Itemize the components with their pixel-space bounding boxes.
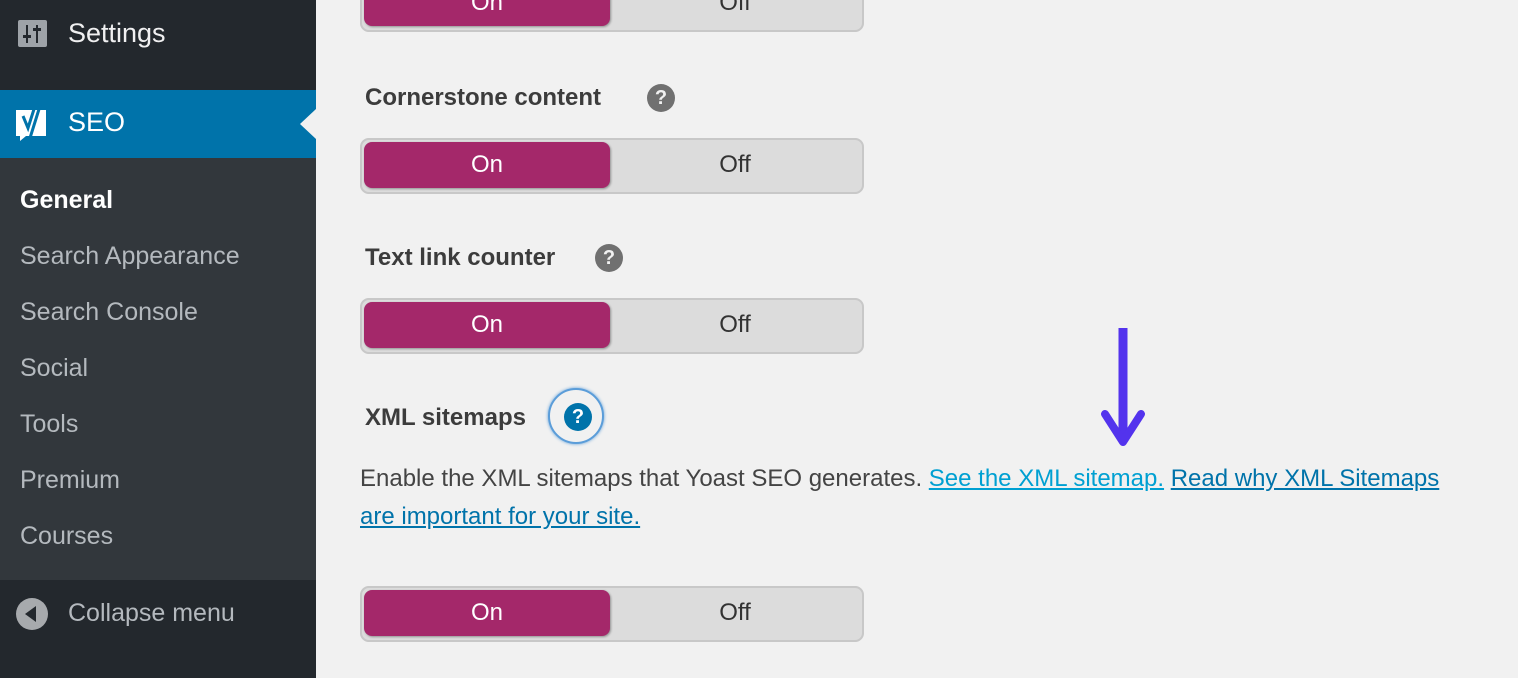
see-xml-sitemap-link[interactable]: See the XML sitemap. [929,465,1164,492]
submenu-item-courses[interactable]: Courses [20,522,113,551]
description-text: Enable the XML sitemaps that Yoast SEO g… [360,465,923,492]
annotation-arrow-down-icon [1101,328,1145,446]
sidebar-item-label: Settings [68,18,166,48]
toggle-cornerstone-content[interactable]: On Off [360,138,864,194]
help-icon[interactable]: ? [595,244,623,272]
submenu-item-search-console[interactable]: Search Console [20,298,198,327]
section-title-text-link-counter: Text link counter [365,244,556,271]
submenu-item-premium[interactable]: Premium [20,466,120,495]
toggle-off-option[interactable]: Off [610,0,860,26]
collapse-arrow-icon[interactable] [16,598,48,630]
submenu-item-social[interactable]: Social [20,354,88,383]
yoast-logo-icon [14,102,50,146]
sidebar-item-settings[interactable]: Settings [0,0,316,70]
toggle-on-option[interactable]: On [364,142,610,188]
section-title-cornerstone-content: Cornerstone content [365,84,602,111]
seo-submenu: General Search Appearance Search Console… [0,158,316,580]
sidebar-item-seo[interactable]: SEO [0,90,316,158]
collapse-menu-label[interactable]: Collapse menu [68,599,235,628]
help-icon[interactable]: ? [564,403,592,431]
current-menu-pointer [300,109,316,139]
settings-sliders-icon [18,20,47,47]
help-button-focused[interactable]: ? [548,388,604,444]
collapse-menu-button[interactable]: Collapse menu [0,580,316,678]
toggle-on-option[interactable]: On [364,590,610,636]
section-title-xml-sitemaps: XML sitemaps [365,404,526,431]
submenu-item-search-appearance[interactable]: Search Appearance [20,242,240,271]
submenu-item-tools[interactable]: Tools [20,410,78,439]
toggle-previous-setting[interactable]: On Off [360,0,864,32]
toggle-off-option[interactable]: Off [610,302,860,348]
toggle-text-link-counter[interactable]: On Off [360,298,864,354]
toggle-xml-sitemaps[interactable]: On Off [360,586,864,642]
toggle-on-option[interactable]: On [364,0,610,26]
submenu-item-general[interactable]: General [20,186,113,215]
toggle-off-option[interactable]: Off [610,142,860,188]
toggle-on-option[interactable]: On [364,302,610,348]
admin-sidebar: Settings SEO General Search Appearance S… [0,0,316,678]
sidebar-item-label: SEO [68,107,126,137]
help-icon[interactable]: ? [647,84,675,112]
toggle-off-option[interactable]: Off [610,590,860,636]
xml-sitemaps-description: Enable the XML sitemaps that Yoast SEO g… [360,460,1470,536]
